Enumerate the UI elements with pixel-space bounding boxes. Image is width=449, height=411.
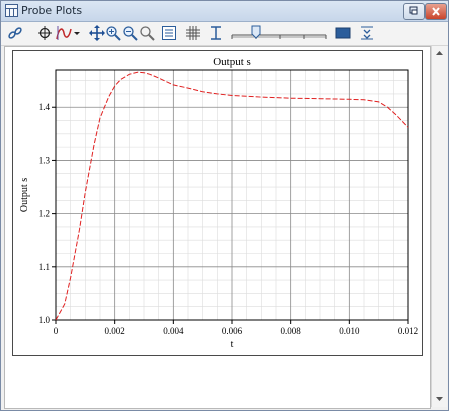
crosshair-target-icon[interactable] — [37, 25, 53, 41]
pan-arrows-icon[interactable] — [89, 25, 105, 41]
x-tick-label: 0 — [54, 326, 59, 336]
plot-toolbar — [1, 22, 448, 46]
plot-pane: 0 0.002 0.004 0.006 0.008 0.010 0.012 1.0 1.1 1.… — [4, 46, 431, 409]
y-axis: 1.0 1.1 1.2 1.3 1.4 — [39, 102, 56, 325]
zoom-in-icon[interactable] — [105, 25, 121, 41]
major-grid — [56, 70, 408, 320]
title-bar[interactable]: Probe Plots — [1, 1, 448, 22]
x-tick-label: 0.008 — [281, 326, 302, 336]
chevron-down-icon[interactable] — [73, 25, 81, 41]
scroll-down-icon[interactable] — [433, 392, 446, 405]
x-tick-label: 0.004 — [163, 326, 184, 336]
scroll-up-icon[interactable] — [433, 47, 446, 60]
x-tick-label: 0.012 — [398, 326, 418, 336]
fit-vertical-icon[interactable] — [359, 25, 375, 41]
close-icon — [432, 7, 440, 16]
grid-window-icon — [5, 4, 18, 17]
cursor-icon[interactable] — [208, 25, 224, 41]
restore-icon — [409, 6, 418, 15]
vertical-scrollbar[interactable] — [431, 46, 447, 407]
grid-icon[interactable] — [185, 25, 201, 41]
x-axis-label: t — [231, 339, 234, 350]
legend-icon[interactable] — [161, 25, 177, 41]
close-button[interactable] — [425, 3, 447, 20]
y-tick-label: 1.4 — [39, 102, 51, 112]
y-axis-label: Output s — [19, 178, 30, 212]
slider-icon[interactable] — [230, 25, 328, 41]
x-tick-label: 0.002 — [105, 326, 125, 336]
restore-button[interactable] — [403, 3, 425, 20]
fill-icon[interactable] — [335, 25, 351, 41]
y-tick-label: 1.0 — [39, 315, 51, 325]
probe-curve-icon[interactable] — [55, 25, 73, 41]
y-tick-label: 1.2 — [39, 209, 50, 219]
window-title: Probe Plots — [21, 4, 83, 17]
probe-plot-chart[interactable]: 0 0.002 0.004 0.006 0.008 0.010 0.012 1.01.11.… — [13, 51, 422, 355]
chart-title: Output s — [213, 56, 251, 68]
x-tick-label: 0.006 — [222, 326, 243, 336]
zoom-reset-icon[interactable] — [139, 25, 155, 41]
link-icon[interactable] — [7, 25, 23, 41]
plot-frame: 0 0.002 0.004 0.006 0.008 0.010 0.012 1.0 1.1 1.… — [12, 50, 423, 356]
zoom-out-icon[interactable] — [122, 25, 138, 41]
x-tick-label: 0.010 — [339, 326, 360, 336]
probe-plots-window: Probe Plots 0 0.002 0.004 0.006 0.008 0.… — [0, 0, 449, 411]
x-axis: 0 0.002 0.004 0.006 0.008 0.010 0.012 — [54, 320, 418, 336]
y-tick-label: 1.1 — [39, 262, 50, 272]
y-tick-label: 1.3 — [39, 155, 51, 165]
